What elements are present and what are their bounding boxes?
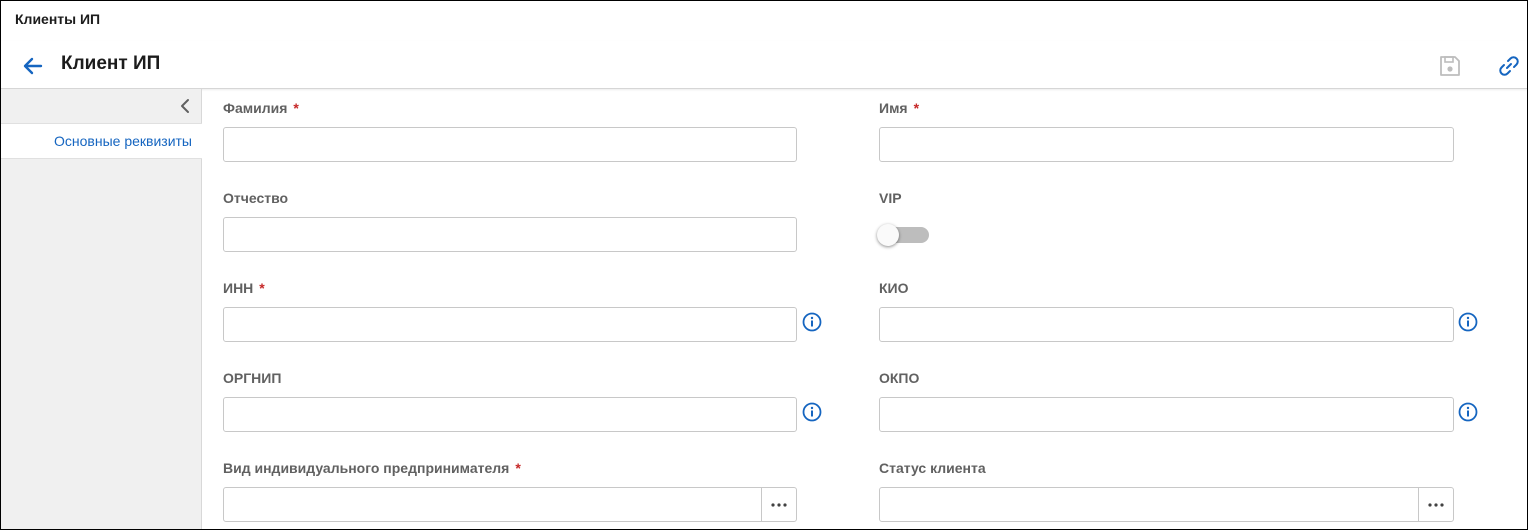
patronymic-field[interactable]	[223, 217, 797, 252]
required-marker: *	[293, 100, 299, 116]
client-status-label: Статус клиента	[879, 460, 986, 476]
ogrnip-label: ОРГНИП	[223, 370, 282, 386]
chevron-left-icon	[181, 99, 189, 113]
entrepreneur-type-select-button[interactable]	[761, 488, 796, 521]
back-button[interactable]	[19, 53, 47, 79]
entrepreneur-type-label: Вид индивидуального предпринимателя *	[223, 460, 521, 476]
inn-label: ИНН *	[223, 280, 265, 296]
save-button[interactable]	[1437, 53, 1463, 79]
info-icon[interactable]	[1458, 312, 1478, 332]
client-status-field[interactable]	[880, 488, 1419, 521]
page-header: Клиент ИП	[1, 41, 1527, 89]
info-icon[interactable]	[1458, 402, 1478, 422]
entrepreneur-type-field[interactable]	[224, 488, 762, 521]
inn-field[interactable]	[223, 307, 797, 342]
arrow-left-icon	[23, 57, 43, 75]
surname-field[interactable]	[223, 127, 797, 162]
info-icon[interactable]	[802, 402, 822, 422]
link-button[interactable]	[1497, 54, 1521, 78]
sidebar-item-label: Основные реквизиты	[54, 133, 192, 149]
save-icon	[1440, 56, 1460, 76]
sidebar: Основные реквизиты	[1, 89, 202, 529]
client-status-select-button[interactable]	[1418, 488, 1453, 521]
ogrnip-field[interactable]	[223, 397, 797, 432]
vip-label: VIP	[879, 190, 902, 206]
vip-toggle[interactable]	[877, 224, 931, 248]
client-status-picker	[879, 487, 1454, 522]
required-marker: *	[259, 280, 265, 296]
required-marker: *	[913, 100, 920, 116]
entrepreneur-type-picker	[223, 487, 797, 522]
toggle-knob	[877, 224, 899, 246]
ellipsis-icon	[771, 502, 787, 507]
sidebar-item-main-details[interactable]: Основные реквизиты	[1, 123, 202, 159]
sidebar-collapse-button[interactable]	[177, 97, 195, 115]
kio-label: КИО	[879, 280, 909, 296]
patronymic-label: Отчество	[223, 190, 289, 206]
page-title: Клиент ИП	[61, 53, 161, 74]
okpo-label: ОКПО	[879, 370, 920, 386]
name-label: Имя *	[879, 100, 920, 116]
app-window: Клиенты ИП Клиент ИП Основные реквизиты …	[0, 0, 1528, 530]
required-marker: *	[515, 460, 521, 476]
name-field[interactable]	[879, 127, 1454, 162]
okpo-field[interactable]	[879, 397, 1454, 432]
breadcrumb[interactable]: Клиенты ИП	[15, 11, 100, 27]
link-icon	[1499, 56, 1519, 76]
info-icon[interactable]	[802, 312, 822, 332]
ellipsis-icon	[1428, 502, 1444, 507]
kio-field[interactable]	[879, 307, 1454, 342]
surname-label: Фамилия *	[223, 100, 299, 116]
